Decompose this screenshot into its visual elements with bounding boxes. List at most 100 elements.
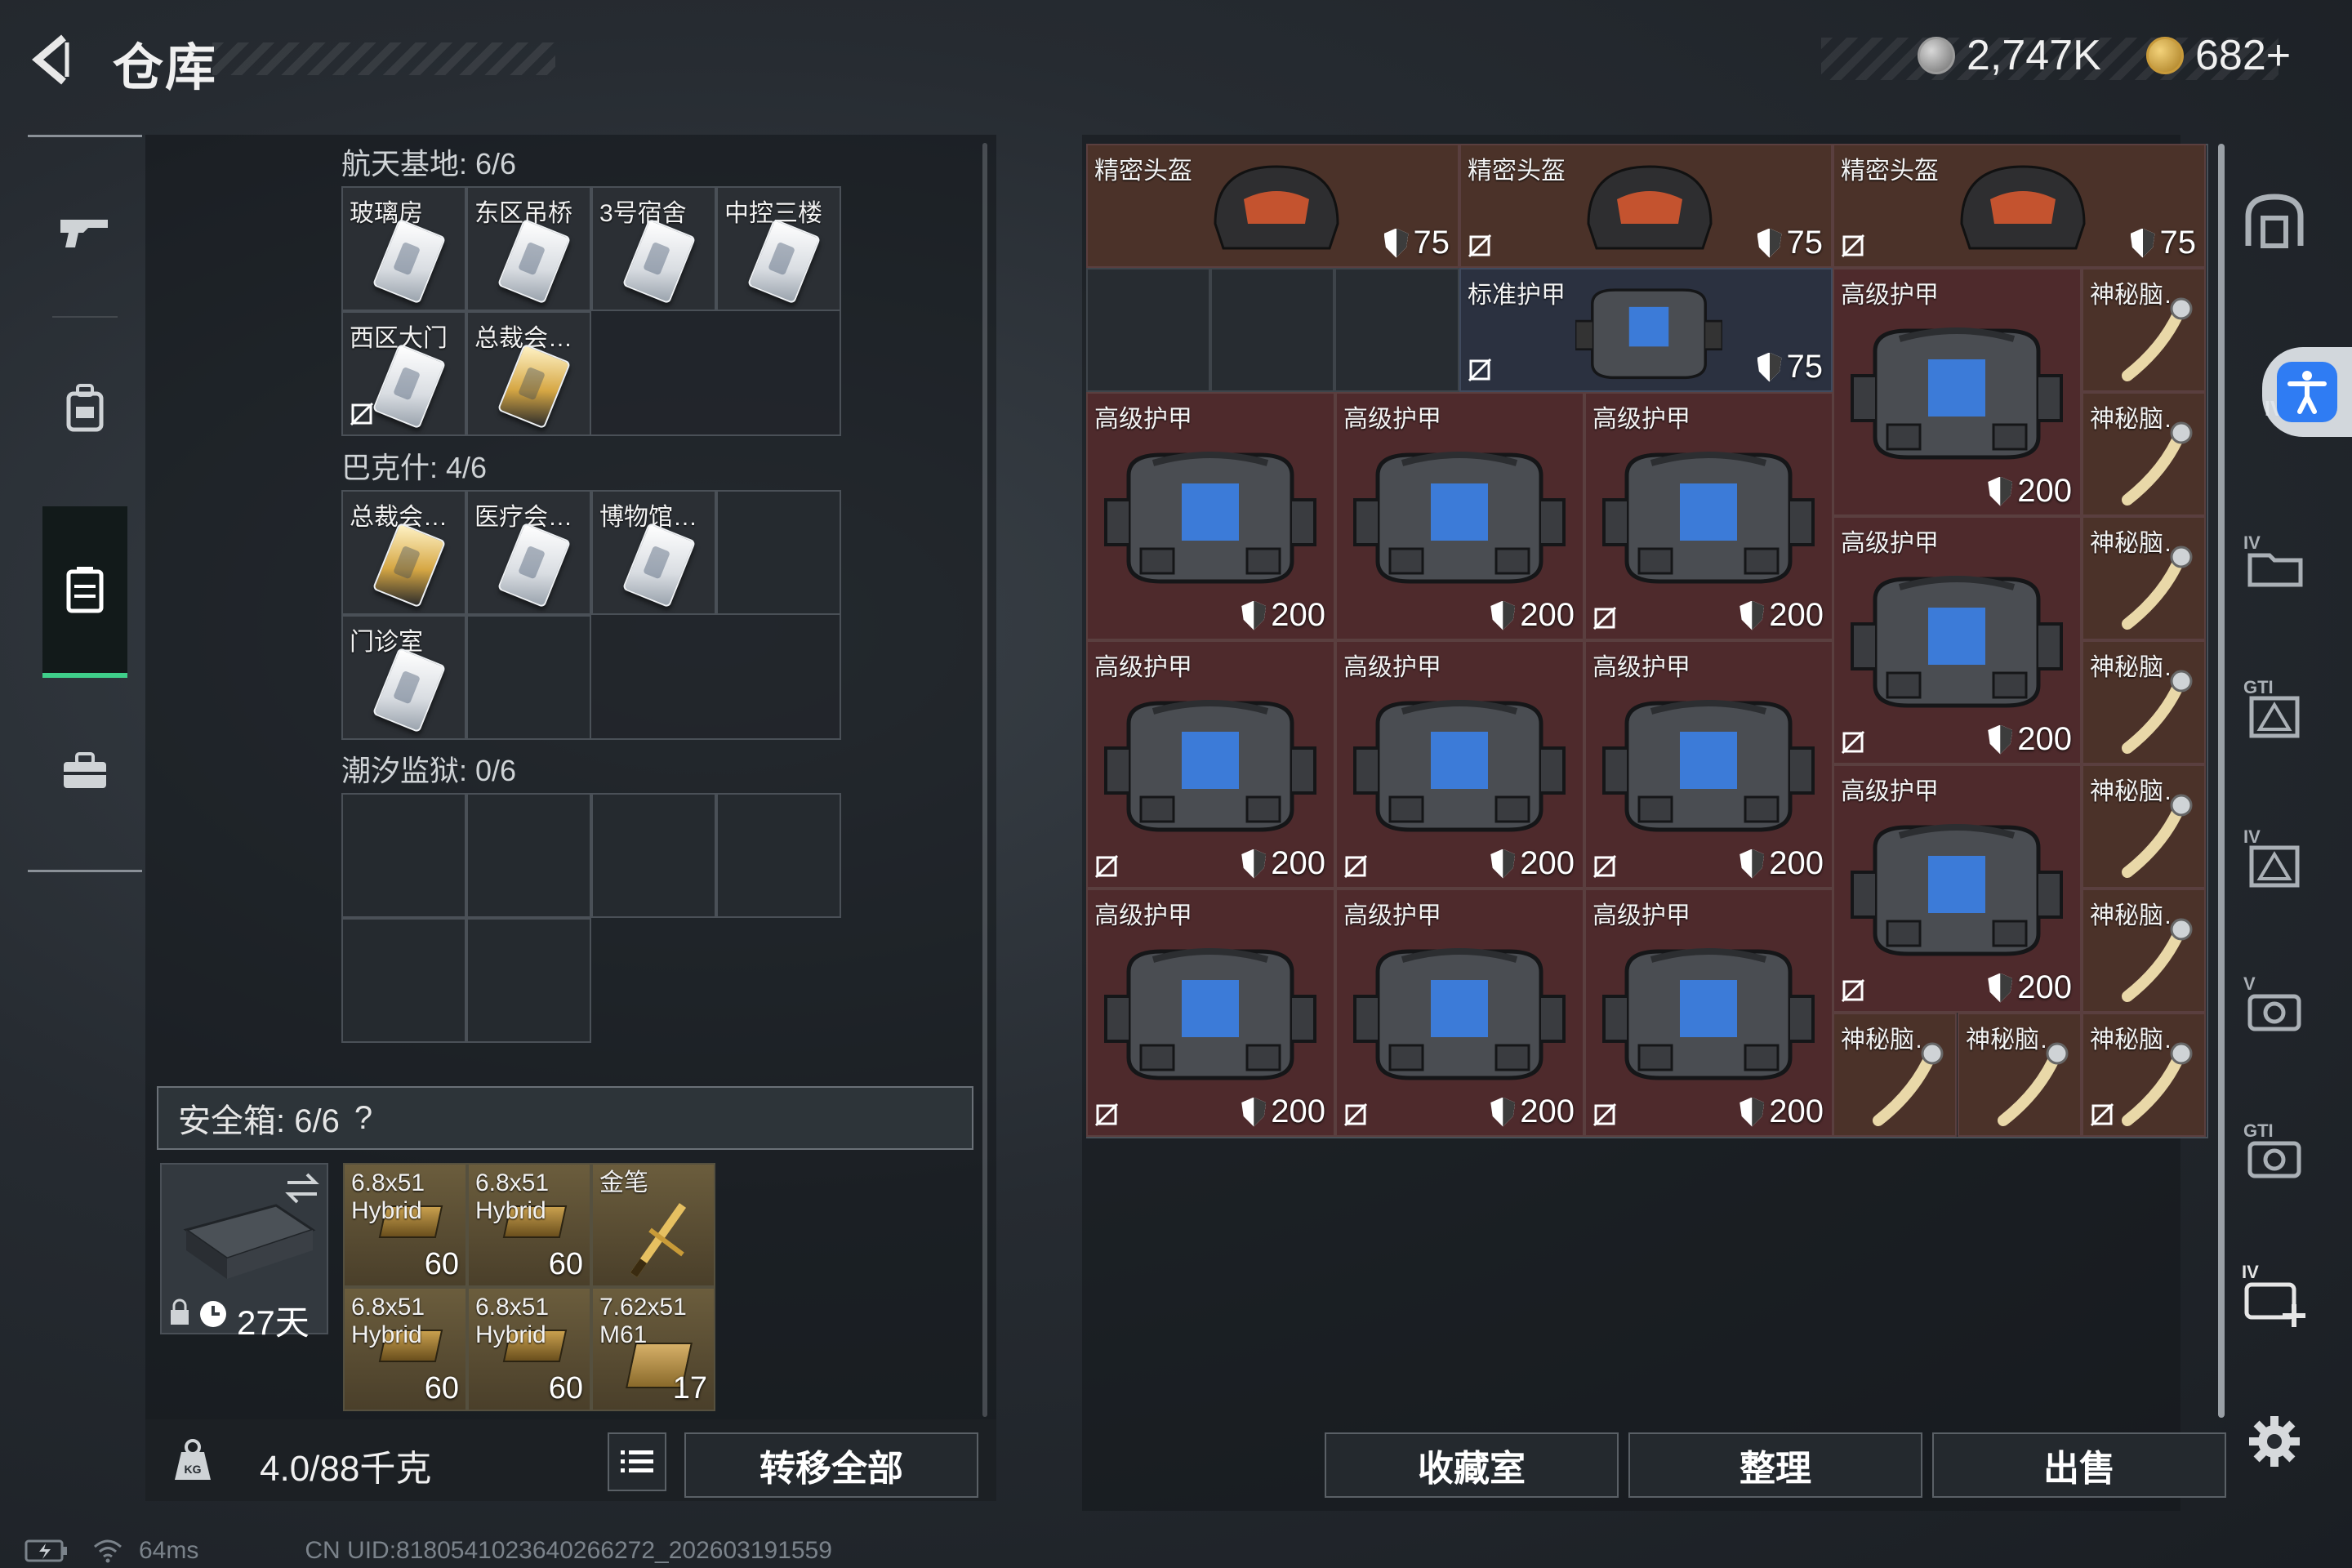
right-nav-v[interactable]: V (2238, 968, 2311, 1041)
list-view-button[interactable] (608, 1432, 666, 1491)
gold-keycard-icon (497, 343, 572, 430)
shield-icon (1490, 1097, 1516, 1127)
inventory-item-advanced-armor[interactable]: 高级护甲 200 (1086, 640, 1335, 889)
shield-icon (1740, 1097, 1765, 1127)
back-arrow-icon[interactable] (24, 31, 82, 88)
briefcase-icon (64, 752, 106, 788)
right-nav-folder[interactable]: IV (2238, 523, 2311, 596)
empty-slot[interactable] (341, 918, 466, 1043)
organize-button[interactable]: 整理 (1628, 1432, 1922, 1498)
help-icon[interactable]: ? (354, 1100, 372, 1137)
transfer-all-button[interactable]: 转移全部 (684, 1432, 978, 1498)
right-nav-vault[interactable] (2238, 184, 2311, 257)
empty-slot[interactable] (466, 793, 591, 918)
swap-icon[interactable] (284, 1171, 320, 1204)
currency-silver[interactable]: 2,747K (1918, 31, 2101, 80)
gun-icon (60, 220, 108, 247)
shield-icon (1988, 724, 2013, 755)
inventory-item-advanced-armor[interactable]: 高级护甲 200 (1584, 889, 1833, 1137)
empty-slot[interactable] (591, 793, 716, 918)
keycard-slot[interactable]: 西区大门 (341, 311, 466, 436)
inventory-item-advanced-armor[interactable]: 高级护甲 200 (1335, 640, 1584, 889)
right-scrollbar[interactable] (2218, 144, 2225, 1418)
vault-icon (2245, 194, 2304, 248)
safe-case-container[interactable]: 27天 (160, 1163, 328, 1342)
empty-slot[interactable] (466, 918, 591, 1043)
mystery-brain-icon (2122, 794, 2193, 878)
keycard-slot[interactable]: 中控三楼 (716, 186, 841, 311)
accessibility-button[interactable] (2262, 347, 2352, 437)
mystery-brain-icon (2122, 918, 2193, 1002)
sell-button[interactable]: 出售 (1932, 1432, 2226, 1498)
settings-button[interactable] (2238, 1405, 2311, 1478)
inventory-item-mystery-brain[interactable]: 神秘脑… (2082, 889, 2206, 1013)
keycard-slot[interactable]: 3号宿舍 (591, 186, 716, 311)
right-nav-tier-iv[interactable]: IV (2238, 821, 2311, 894)
nav-backpack[interactable] (42, 351, 127, 466)
nav-toolbox[interactable] (42, 715, 127, 829)
safe-case-icon (183, 1204, 316, 1279)
keycard-slot[interactable]: 总裁会… (466, 311, 591, 436)
keycard-slot[interactable]: 门诊室 (341, 615, 466, 740)
inventory-item-mystery-brain[interactable]: 神秘脑… (2082, 1013, 2206, 1137)
inventory-item-advanced-armor[interactable]: 高级护甲 200 (1833, 764, 2082, 1013)
inventory-item-mystery-brain[interactable]: 神秘脑… (2082, 764, 2206, 889)
inventory-item-helmet[interactable]: 精密头盔 75 (1459, 144, 1833, 268)
keycard-icon (372, 647, 447, 733)
ammo-slot[interactable]: 6.8x51 Hybrid 60 (343, 1163, 467, 1287)
inventory-item-advanced-armor[interactable]: 高级护甲 200 (1833, 268, 2082, 516)
currency-gold-value: 682+ (2195, 32, 2292, 79)
inventory-item-advanced-armor[interactable]: 高级护甲 200 (1584, 640, 1833, 889)
section-title-tidal-prison: 潮汐监狱: 0/6 (341, 754, 517, 787)
inventory-item-helmet[interactable]: 精密头盔 75 (1086, 144, 1459, 268)
safe-box-header[interactable]: 安全箱: 6/6 ? (157, 1086, 973, 1150)
empty-slot[interactable] (466, 615, 591, 740)
right-nav-gti[interactable]: GTI (2238, 671, 2311, 745)
durability: 200 (1490, 1094, 1575, 1130)
empty-slot[interactable] (341, 793, 466, 918)
right-nav-add[interactable]: IV (2238, 1258, 2311, 1331)
clock-icon (200, 1301, 226, 1327)
armor-vest-icon (1575, 288, 1722, 380)
inventory-item-mystery-brain[interactable]: 神秘脑… (2082, 640, 2206, 764)
collection-room-button[interactable]: 收藏室 (1325, 1432, 1619, 1498)
inventory-item-advanced-armor[interactable]: 高级护甲 200 (1335, 392, 1584, 640)
keycard-slot[interactable]: 东区吊桥 (466, 186, 591, 311)
svg-text:IV: IV (2243, 826, 2261, 847)
empty-slot[interactable] (1334, 268, 1459, 392)
keycard-slot[interactable]: 博物馆… (591, 490, 716, 615)
currency-gold[interactable]: 682+ (2146, 31, 2291, 80)
no-insurance-icon (1094, 854, 1119, 879)
mystery-brain-icon (1873, 1042, 1944, 1126)
nav-storage[interactable] (42, 506, 127, 678)
empty-slot[interactable] (716, 793, 841, 918)
durability: 200 (1740, 845, 1824, 882)
empty-slot[interactable] (1086, 268, 1210, 392)
keycard-slot[interactable]: 总裁会… (341, 490, 466, 615)
left-scrollbar[interactable] (982, 143, 987, 1417)
keycard-slot[interactable]: 医疗会… (466, 490, 591, 615)
ammo-slot[interactable]: 6.8x51 Hybrid 60 (467, 1163, 591, 1287)
inventory-item-advanced-armor[interactable]: 高级护甲 200 (1833, 516, 2082, 764)
inventory-item-mystery-brain[interactable]: 神秘脑… (1958, 1013, 2082, 1137)
empty-slot[interactable] (716, 490, 841, 615)
inventory-item-advanced-armor[interactable]: 高级护甲 200 (1086, 392, 1335, 640)
keycard-slot[interactable]: 玻璃房 (341, 186, 466, 311)
shield-icon (1383, 228, 1409, 258)
right-nav-gti-2[interactable]: GTI (2238, 1115, 2311, 1188)
inventory-item-advanced-armor[interactable]: 高级护甲 200 (1584, 392, 1833, 640)
gold-pen-slot[interactable]: 金笔 (591, 1163, 715, 1287)
inventory-item-mystery-brain[interactable]: 神秘脑… (1833, 1013, 1957, 1137)
nav-weapons[interactable] (42, 176, 127, 290)
inventory-item-mystery-brain[interactable]: 神秘脑… (2082, 392, 2206, 516)
inventory-item-mystery-brain[interactable]: 神秘脑… (2082, 268, 2206, 392)
inventory-item-helmet[interactable]: 精密头盔 75 (1833, 144, 2206, 268)
inventory-item-standard-armor[interactable]: 标准护甲 75 (1459, 268, 1833, 392)
ammo-slot[interactable]: 7.62x51 M61 17 (591, 1287, 715, 1411)
inventory-item-advanced-armor[interactable]: 高级护甲 200 (1086, 889, 1335, 1137)
ammo-slot[interactable]: 6.8x51 Hybrid 60 (467, 1287, 591, 1411)
empty-slot[interactable] (1210, 268, 1334, 392)
inventory-item-advanced-armor[interactable]: 高级护甲 200 (1335, 889, 1584, 1137)
inventory-item-mystery-brain[interactable]: 神秘脑… (2082, 516, 2206, 640)
ammo-slot[interactable]: 6.8x51 Hybrid 60 (343, 1287, 467, 1411)
